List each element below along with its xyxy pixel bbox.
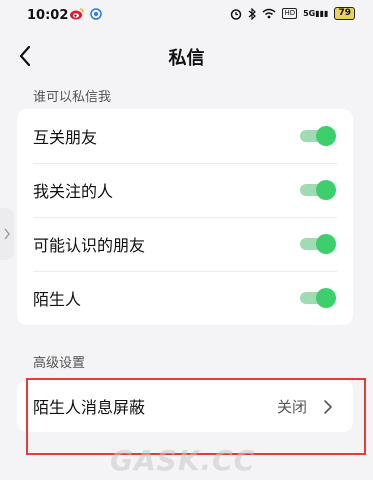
- stranger-block-label: 陌生人消息屏蔽: [33, 398, 146, 417]
- nav-bar: 私信: [0, 36, 373, 76]
- mutual-friends-toggle[interactable]: [300, 126, 336, 146]
- wifi-icon: [262, 8, 276, 19]
- side-drawer-handle[interactable]: [0, 208, 14, 260]
- bluetooth-icon: [249, 7, 257, 20]
- page-title: 私信: [168, 48, 205, 69]
- signal-label: 5G: [303, 9, 316, 18]
- list-item-following[interactable]: 我关注的人: [17, 163, 353, 217]
- signal-icon: 5G▮▮▮: [303, 9, 329, 18]
- app-notification-icon: [90, 8, 102, 20]
- row-label: 我关注的人: [33, 182, 114, 201]
- section-label-advanced: 高级设置: [33, 356, 86, 371]
- status-time: 10:02: [27, 8, 69, 23]
- following-toggle[interactable]: [300, 180, 336, 200]
- alarm-icon: [231, 8, 242, 20]
- chevron-right-icon: [4, 228, 10, 240]
- stranger-block-value: 关闭: [276, 398, 307, 416]
- list-item-strangers[interactable]: 陌生人: [17, 271, 353, 325]
- list-item-mutual-friends[interactable]: 互关朋友: [17, 109, 353, 163]
- section-label-who-can-message: 谁可以私信我: [33, 90, 112, 105]
- hd-badge: HD: [282, 8, 298, 19]
- maybe-known-toggle[interactable]: [300, 234, 336, 254]
- watermark: GASK.CC: [110, 444, 256, 477]
- who-can-message-card: 互关朋友 我关注的人 可能认识的朋友 陌生人: [17, 109, 353, 325]
- strangers-toggle[interactable]: [300, 288, 336, 308]
- stranger-block-setting[interactable]: 陌生人消息屏蔽 关闭: [17, 380, 353, 432]
- row-label: 陌生人: [33, 290, 82, 309]
- list-item-maybe-known[interactable]: 可能认识的朋友: [17, 217, 353, 271]
- status-bar: 10:02 HD 5G▮▮▮ 79: [0, 0, 373, 32]
- battery-icon: 79: [334, 7, 355, 20]
- chevron-right-icon: [324, 400, 333, 414]
- row-label: 互关朋友: [33, 128, 98, 147]
- row-label: 可能认识的朋友: [33, 236, 146, 255]
- weibo-icon: [70, 8, 84, 20]
